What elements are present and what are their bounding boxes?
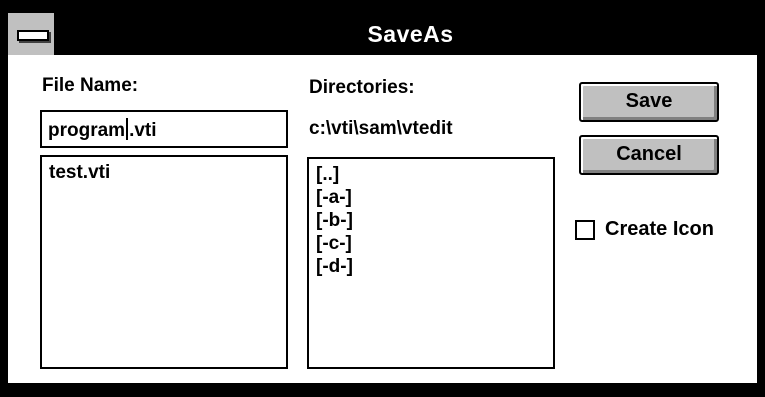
- system-menu-bar: [17, 30, 49, 41]
- cancel-button[interactable]: Cancel: [579, 135, 719, 175]
- text-caret: [126, 118, 129, 140]
- directory-item-drive-b[interactable]: [-b-]: [316, 209, 553, 232]
- directory-item-parent[interactable]: [..]: [316, 163, 553, 186]
- title-bar[interactable]: SaveAs: [8, 13, 765, 55]
- file-name-value-end: .vti: [129, 120, 157, 141]
- file-name-input[interactable]: program .vti: [40, 110, 288, 148]
- current-directory-path: c:\vti\sam\vtedit: [309, 118, 453, 139]
- system-menu-icon[interactable]: [8, 13, 56, 55]
- directory-item-drive-d[interactable]: [-d-]: [316, 255, 553, 278]
- save-button[interactable]: Save: [579, 82, 719, 122]
- directory-item-drive-c[interactable]: [-c-]: [316, 232, 553, 255]
- file-name-value-start: program: [48, 120, 126, 141]
- create-icon-checkbox[interactable]: [575, 220, 595, 240]
- directories-label: Directories:: [309, 77, 415, 98]
- file-name-label: File Name:: [42, 75, 139, 96]
- dialog-body: File Name: program .vti test.vti Director…: [8, 55, 757, 383]
- save-as-dialog: SaveAs File Name: program .vti test.vti D…: [0, 0, 765, 397]
- window-title: SaveAs: [367, 21, 454, 47]
- directory-list[interactable]: [..] [-a-] [-b-] [-c-] [-d-]: [307, 157, 555, 369]
- file-item[interactable]: test.vti: [49, 161, 286, 184]
- create-icon-label[interactable]: Create Icon: [605, 218, 714, 241]
- directory-item-drive-a[interactable]: [-a-]: [316, 186, 553, 209]
- file-list[interactable]: test.vti: [40, 155, 288, 369]
